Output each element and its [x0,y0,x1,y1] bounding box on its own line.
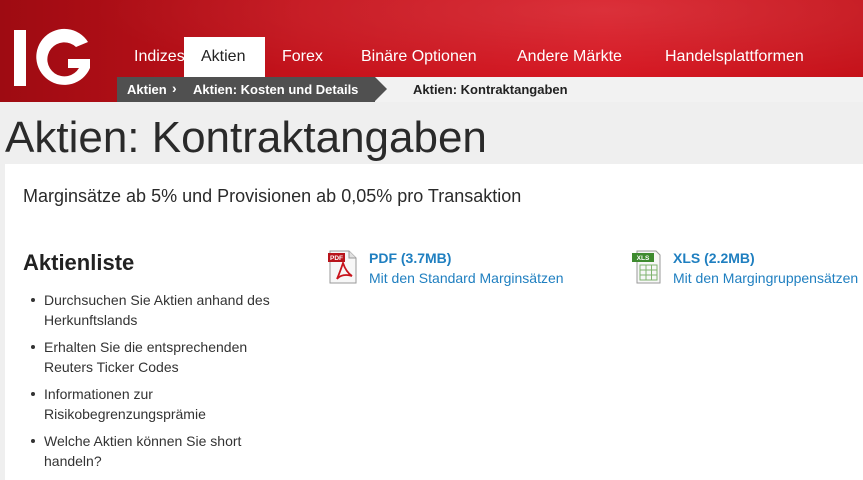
download-pdf[interactable]: PDF PDF (3.7MB) Mit den Standard Margins… [328,248,588,288]
page-title: Aktien: Kontraktangaben [5,113,487,162]
nav-item-binaere-optionen[interactable]: Binäre Optionen [345,37,501,77]
feature-list: Durchsuchen Sie Aktien anhand des Herkun… [23,290,273,478]
page-subtitle: Marginsätze ab 5% und Provisionen ab 0,0… [23,186,522,206]
xls-file-icon[interactable]: XLS [632,250,662,284]
breadcrumb-current: Aktien: Kontraktangaben [413,82,568,97]
breadcrumb-link-aktien[interactable]: Aktien [127,77,167,102]
list-item: Erhalten Sie die entsprechenden Reuters … [23,337,273,377]
breadcrumb-arrow [375,77,387,101]
nav-item-andere-maerkte[interactable]: Andere Märkte [501,37,649,77]
list-item: Informationen zur Risikobegrenzungsprämi… [23,384,273,424]
list-item: Welche Aktien können Sie short handeln? [23,431,273,471]
nav-item-handelsplattformen[interactable]: Handelsplattformen [649,37,825,77]
breadcrumb: Aktien › Aktien: Kosten und Details Akti… [117,77,863,102]
side-gutter [0,164,5,480]
pdf-file-icon[interactable]: PDF [328,250,358,284]
svg-text:PDF: PDF [330,255,343,262]
xls-download-link[interactable]: XLS (2.2MB) [673,249,755,267]
nav-item-forex[interactable]: Forex [265,37,345,77]
section-title-aktienliste: Aktienliste [23,250,135,275]
pdf-download-description[interactable]: Mit den Standard Marginsätzen [369,269,564,287]
main-nav: Indizes Aktien Forex Binäre Optionen And… [117,37,825,77]
svg-text:XLS: XLS [637,255,650,262]
nav-item-aktien[interactable]: Aktien [184,37,265,77]
pdf-download-link[interactable]: PDF (3.7MB) [369,249,451,267]
chevron-right-icon: › [172,80,177,96]
breadcrumb-link-kosten-details[interactable]: Aktien: Kosten und Details [193,77,358,102]
ig-logo[interactable]: IG [10,28,98,88]
xls-download-description[interactable]: Mit den Margingruppensätzen [673,269,858,287]
download-xls[interactable]: XLS XLS (2.2MB) Mit den Margingruppensät… [632,248,863,288]
list-item: Durchsuchen Sie Aktien anhand des Herkun… [23,290,273,330]
nav-item-indizes[interactable]: Indizes [117,37,185,77]
